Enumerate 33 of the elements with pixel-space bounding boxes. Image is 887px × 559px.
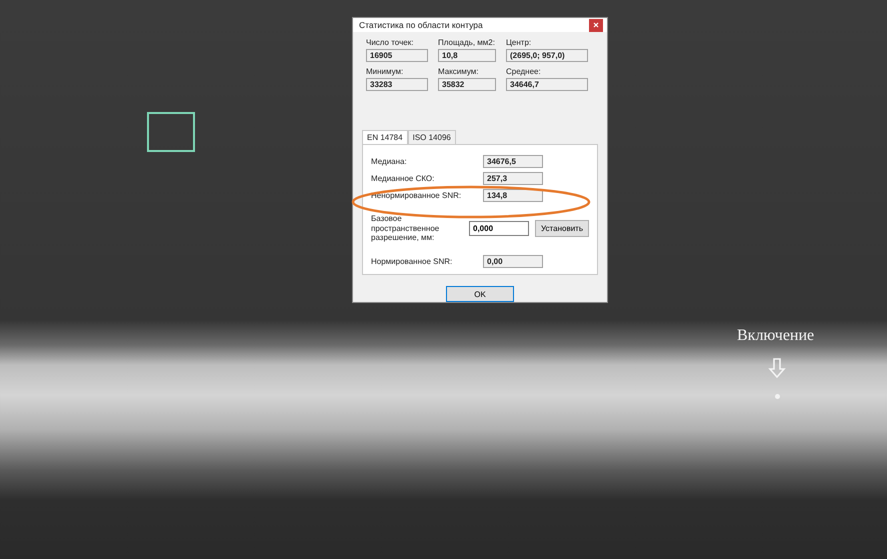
stat-label: Максимум: [438,67,480,76]
stat-value: 10,8 [438,49,496,62]
stat-value: 34646,7 [506,78,588,91]
set-button[interactable]: Установить [535,220,589,237]
resolution-field[interactable]: 0,000 [469,220,529,236]
stat-value: 16905 [366,49,428,62]
inclusion-spot [775,394,780,399]
field-value: 34676,5 [483,155,543,168]
stat-label: Центр: [506,38,532,47]
field-label: Базовое пространственное разрешение, мм: [371,214,440,243]
field-label: Медиана: [371,157,408,166]
field-value: 257,3 [483,172,543,185]
field-label: Ненормированное SNR: [371,191,462,200]
close-button[interactable] [589,18,603,32]
field-value: 0,00 [483,254,543,268]
roi-rectangle[interactable] [147,112,195,152]
stat-label: Площадь, мм2: [438,38,496,47]
tab[interactable]: EN 14784 [362,130,408,144]
close-icon [593,22,599,28]
stat-value: 35832 [438,78,496,91]
stat-value: (2695,0; 957,0) [506,49,588,62]
down-arrow-icon [768,358,786,378]
stat-label: Число точек: [366,38,414,47]
stat-label: Среднее: [506,67,542,76]
field-label: Медианное СКО: [371,174,436,183]
stat-value: 33283 [366,78,428,91]
ok-button[interactable]: OK [446,286,514,302]
tab[interactable]: ISO 14096 [408,130,456,144]
field-label: Нормированное SNR: [371,256,454,266]
dialog-title: Статистика по области контура [359,20,483,30]
annotation-label: Включение [737,327,814,345]
stat-label: Минимум: [366,67,404,76]
field-value: 134,8 [483,189,543,202]
